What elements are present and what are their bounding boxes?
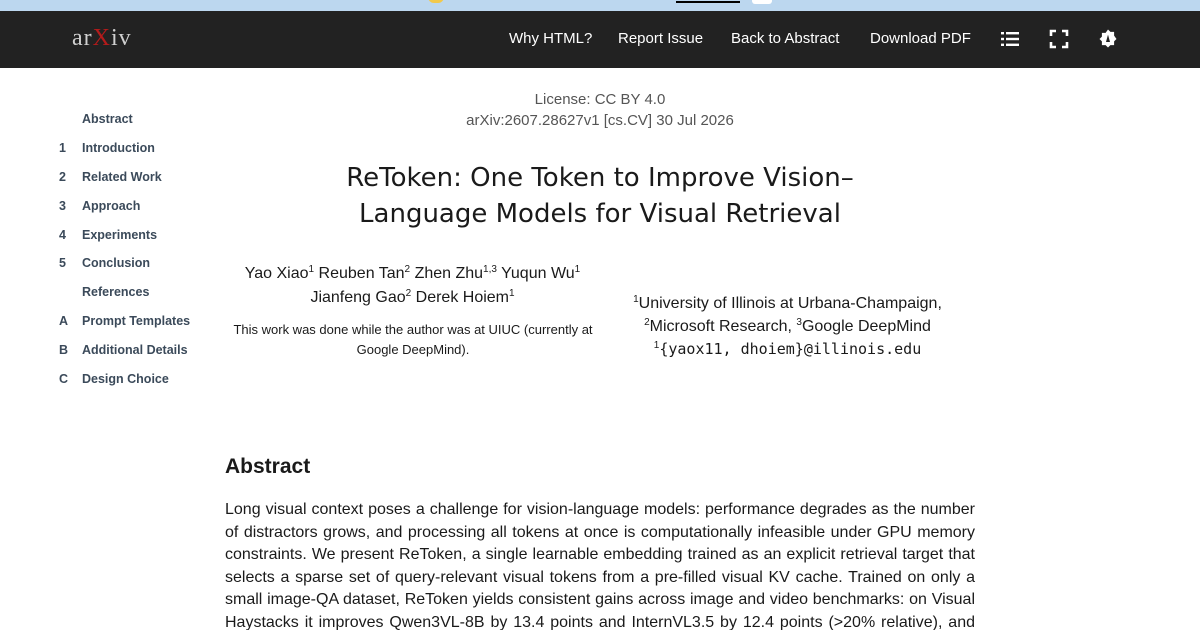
- affiliation-name: Microsoft Research,: [649, 318, 797, 335]
- arxiv-logo[interactable]: arXiv: [72, 25, 132, 52]
- banner-close-button[interactable]: [752, 0, 772, 4]
- logo-text-end: iv: [111, 25, 132, 51]
- author-footnote: This work was done while the author was …: [233, 322, 593, 357]
- arxiv-identifier: arXiv:2607.28627v1 [cs.CV] 30 Jul 2026: [466, 112, 734, 129]
- author-name: Derek Hoiem: [415, 289, 509, 306]
- author-list: Yao Xiao1 Reuben Tan2 Zhen Zhu1,3 Yuqun …: [225, 262, 600, 310]
- author-affiliation-mark: 1: [574, 264, 581, 275]
- report-issue-link[interactable]: Report Issue: [618, 30, 703, 47]
- toc-number: 2: [59, 170, 66, 184]
- author-affiliation-mark: 1,3: [483, 264, 497, 275]
- title-line: ReToken: One Token to Improve Vision–: [346, 163, 854, 193]
- author-affiliation-mark: 2: [405, 288, 412, 299]
- toc-label: Abstract: [82, 112, 133, 126]
- author-affiliation-mark: 2: [404, 264, 411, 275]
- toc-number: B: [59, 343, 69, 357]
- toc-label: Prompt Templates: [82, 314, 191, 328]
- title-line: Language Models for Visual Retrieval: [359, 199, 841, 229]
- banner-link[interactable]: [676, 1, 740, 3]
- top-navbar: arXiv Why HTML? Report Issue Back to Abs…: [0, 11, 1200, 68]
- back-to-abstract-link[interactable]: Back to Abstract: [731, 30, 839, 47]
- author-affiliation-mark: 1: [308, 264, 315, 275]
- author-name: Yao Xiao: [244, 265, 309, 282]
- toc-number: A: [59, 314, 69, 328]
- author-name: Zhen Zhu: [414, 265, 484, 282]
- toc-number: 1: [59, 141, 66, 155]
- logo-text-start: ar: [72, 25, 93, 51]
- settings-icon[interactable]: [1097, 28, 1119, 50]
- fullscreen-icon[interactable]: [1048, 28, 1070, 50]
- toc-number: 5: [59, 256, 66, 270]
- toc-number: 3: [59, 199, 66, 213]
- author-affiliation-mark: 1: [509, 288, 515, 299]
- author-name: Jianfeng Gao: [310, 289, 406, 306]
- toc-number: C: [59, 372, 69, 386]
- author-email: {yaox11, dhoiem}@illinois.edu: [659, 340, 922, 358]
- toc-label: Introduction: [82, 141, 155, 155]
- paper-title: ReToken: One Token to Improve Vision– La…: [330, 160, 870, 232]
- toc-label: Design Choice: [82, 372, 169, 386]
- license-text: License: CC BY 4.0: [534, 91, 666, 108]
- author-name: Reuben Tan: [318, 265, 405, 282]
- toc-label: Conclusion: [82, 256, 151, 270]
- affiliations: 1University of Illinois at Urbana-Champa…: [600, 292, 975, 361]
- toc-number: 4: [59, 228, 66, 242]
- toc-label: Experiments: [82, 228, 158, 242]
- logo-text-x: X: [92, 25, 111, 51]
- abstract-body: Long visual context poses a challenge fo…: [225, 501, 975, 630]
- toc-label: References: [82, 285, 150, 299]
- download-pdf-link[interactable]: Download PDF: [870, 30, 971, 47]
- abstract-heading: Abstract: [225, 455, 311, 478]
- toc-label: Additional Details: [82, 343, 188, 357]
- affiliation-name: University of Illinois at Urbana-Champai…: [638, 295, 942, 312]
- banner-emoji-icon: [428, 0, 444, 3]
- toc-label: Approach: [82, 199, 141, 213]
- affiliation-name: Google DeepMind: [801, 318, 931, 335]
- toc-label: Related Work: [82, 170, 162, 184]
- why-html-link[interactable]: Why HTML?: [509, 30, 592, 47]
- list-icon[interactable]: [999, 28, 1021, 50]
- author-name: Yuqun Wu: [501, 265, 575, 282]
- top-banner: [0, 0, 1200, 11]
